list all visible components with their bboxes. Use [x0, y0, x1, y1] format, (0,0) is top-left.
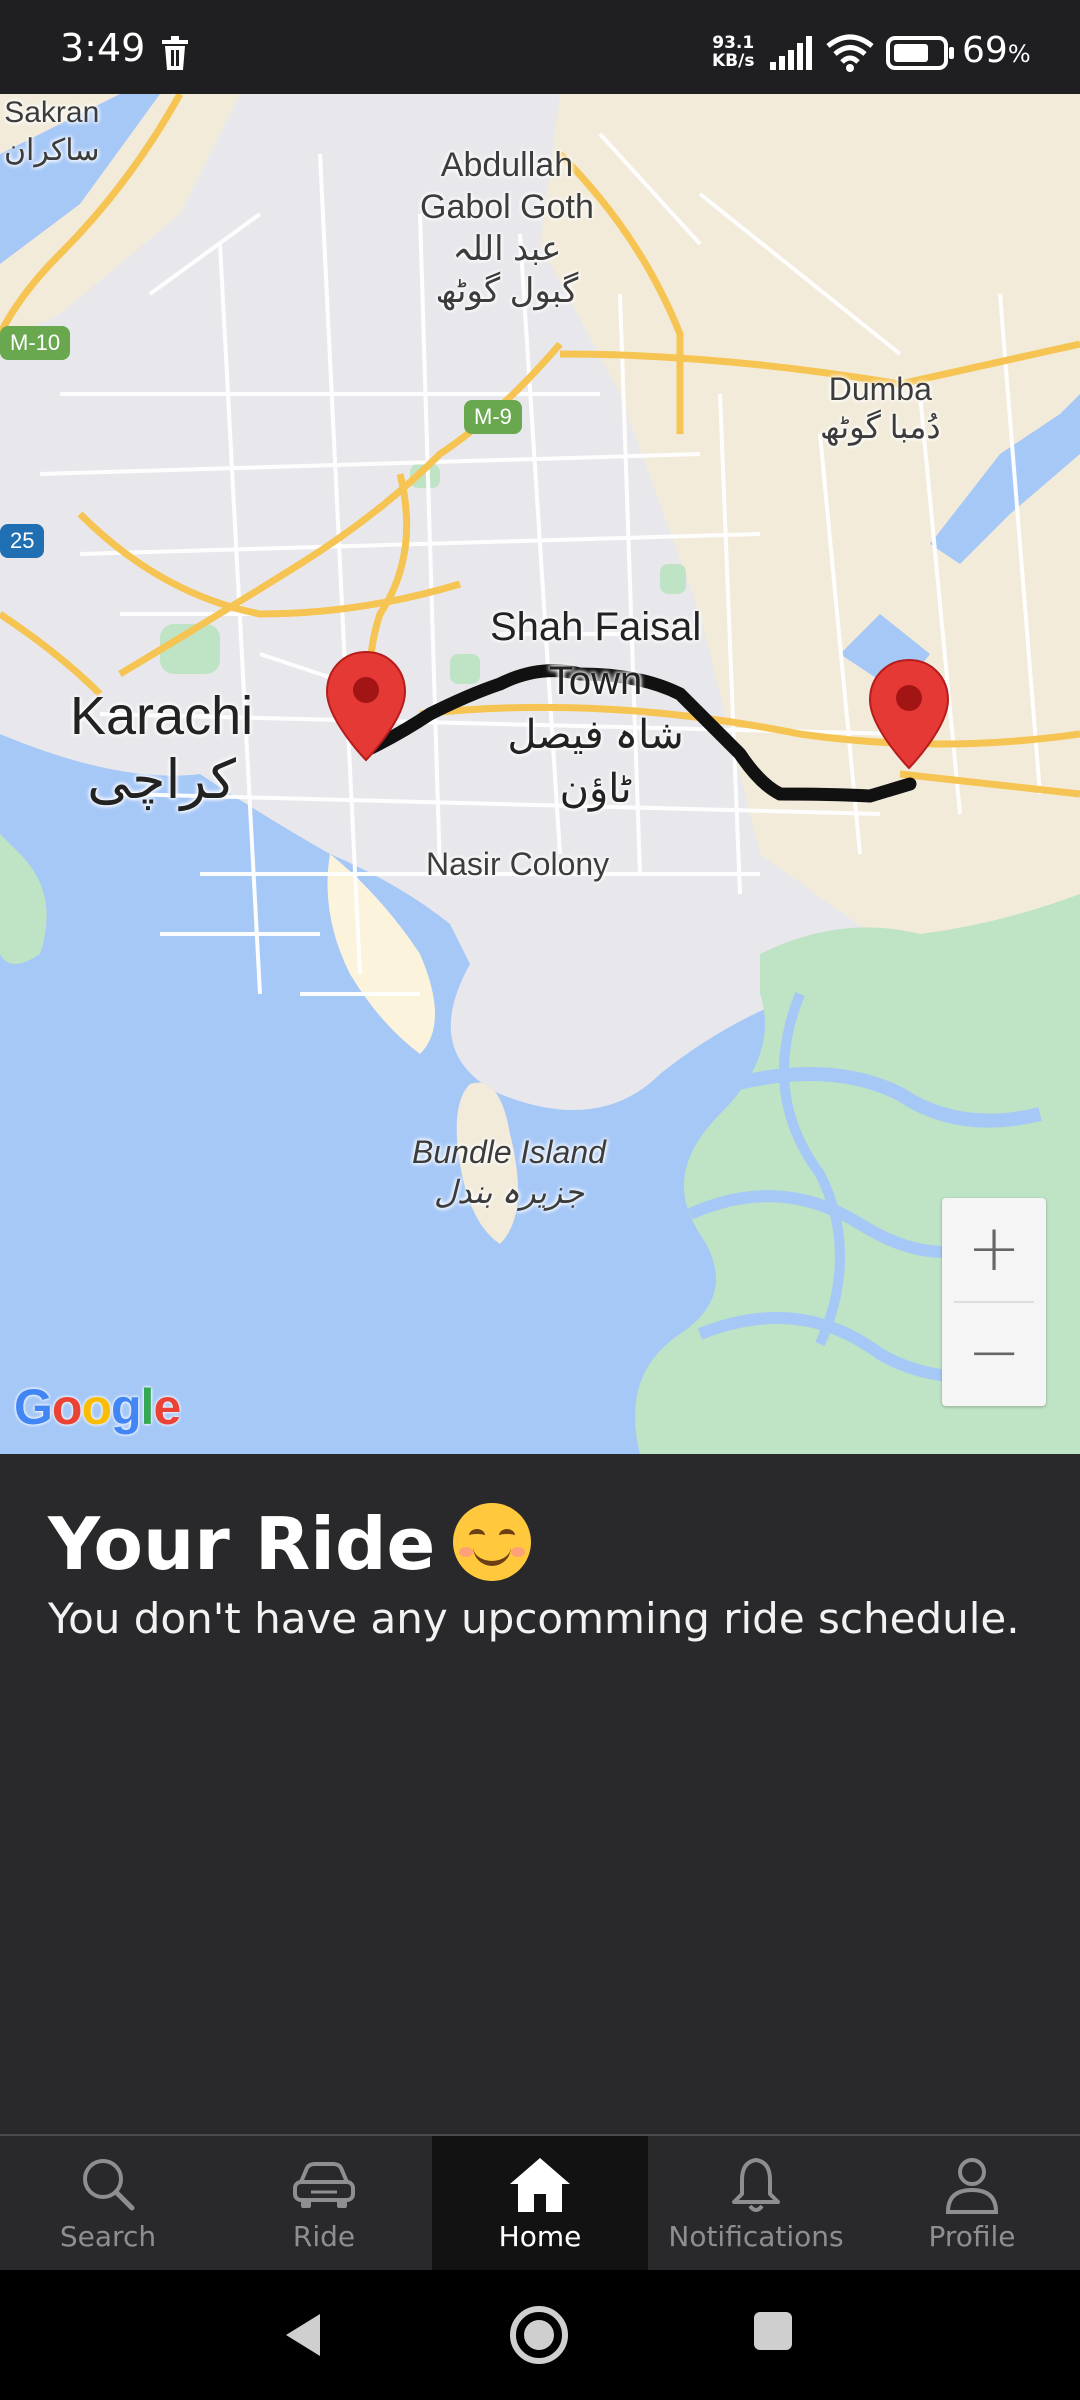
- wifi-icon: [826, 34, 874, 72]
- map-label-bundle-island: Bundle Island جزیرہ بندل: [412, 1132, 606, 1212]
- car-icon: [293, 2162, 355, 2208]
- ride-title-text: Your Ride: [48, 1502, 436, 1586]
- map-label-abdullah: Abdullah Gabol Goth عبد اللہ گبول گوٹھ: [420, 144, 594, 312]
- zoom-controls: + −: [942, 1198, 1046, 1406]
- map-label-shah-faisal-ur1: شاہ فیصل: [507, 713, 684, 757]
- nav-item-home[interactable]: Home: [432, 2136, 648, 2272]
- person-icon: [945, 2158, 999, 2214]
- nav-item-home-label: Home: [498, 2220, 582, 2253]
- map-label-nasir-colony: Nasir Colony: [426, 846, 610, 882]
- map-label-shah-faisal-ur2: ٹاؤن: [559, 767, 632, 811]
- network-speed-value: 93.1: [712, 33, 755, 53]
- system-navigation-bar: [0, 2270, 1080, 2400]
- nav-item-profile-label: Profile: [928, 2220, 1016, 2253]
- map-label-shah-faisal-line2: Town: [548, 659, 643, 703]
- map-label-karachi-en: Karachi: [70, 686, 254, 746]
- map-label-sakran-ur: ساکران: [4, 134, 100, 167]
- recents-icon[interactable]: [752, 2310, 794, 2352]
- google-logo: Google: [14, 1379, 181, 1435]
- map-label-shah-faisal: Shah Faisal Town شاہ فیصل ٹاؤن: [490, 600, 701, 816]
- home-icon: [510, 2158, 570, 2212]
- nav-item-search-label: Search: [59, 2220, 157, 2253]
- smiling-face-icon: [453, 1503, 532, 1581]
- status-bar: 3:49 93.1 KB/s 69%: [0, 0, 1080, 94]
- battery-percent: 69%: [962, 30, 1031, 71]
- map-label-sakran: Sakran ساکران: [4, 94, 99, 170]
- search-icon: [83, 2159, 135, 2211]
- map-label-dumba: Dumba دُمبا گوٹھ: [820, 370, 941, 446]
- nav-item-profile[interactable]: Profile: [864, 2136, 1080, 2272]
- home-circle-icon[interactable]: [508, 2304, 570, 2366]
- pickup-marker-icon[interactable]: [325, 650, 407, 762]
- battery-percent-symbol: %: [1007, 40, 1031, 68]
- nav-item-search[interactable]: Search: [0, 2136, 216, 2272]
- status-time: 3:49: [60, 26, 146, 70]
- back-icon[interactable]: [280, 2310, 324, 2360]
- map-label-karachi: Karachi کراچی: [70, 684, 253, 812]
- map-label-bundle-island-en: Bundle Island: [412, 1134, 606, 1170]
- map-label-abdullah-line2: Gabol Goth: [420, 188, 594, 226]
- highway-shield-m9: M-9: [464, 400, 522, 434]
- battery-icon: [886, 36, 954, 70]
- map-label-sakran-en: Sakran: [4, 96, 100, 129]
- map-label-bundle-island-ur: جزیرہ بندل: [433, 1174, 585, 1210]
- ride-empty-message: You don't have any upcomming ride schedu…: [48, 1594, 1020, 1643]
- map-label-shah-faisal-line1: Shah Faisal: [490, 605, 702, 649]
- network-speed-unit: KB/s: [712, 51, 755, 71]
- map-label-abdullah-line1: Abdullah: [440, 146, 574, 184]
- map-label-dumba-ur: دُمبا گوٹھ: [820, 409, 941, 445]
- ride-panel: Your Ride You don't have any upcomming r…: [0, 1454, 1080, 2134]
- ride-title: Your Ride: [48, 1502, 532, 1586]
- highway-shield-n25: 25: [0, 524, 45, 558]
- bottom-nav: Search Ride Home Notifications Profile: [0, 2134, 1080, 2272]
- battery-percent-value: 69: [962, 30, 1008, 71]
- zoom-in-button[interactable]: +: [942, 1198, 1046, 1300]
- dropoff-marker-icon[interactable]: [868, 658, 950, 770]
- nav-item-notifications[interactable]: Notifications: [648, 2136, 864, 2272]
- signal-icon: [770, 36, 812, 70]
- zoom-out-button[interactable]: −: [942, 1302, 1046, 1404]
- highway-shield-m10: M-10: [0, 326, 71, 360]
- map-label-abdullah-ur2: گبول گوٹھ: [435, 272, 579, 310]
- map-label-abdullah-ur1: عبد اللہ: [452, 230, 562, 268]
- trash-icon: [162, 36, 188, 70]
- nav-item-notifications-label: Notifications: [668, 2220, 844, 2253]
- network-speed: 93.1 KB/s: [712, 34, 754, 70]
- nav-item-ride[interactable]: Ride: [216, 2136, 432, 2272]
- route-map[interactable]: Sakran ساکران Abdullah Gabol Goth عبد ال…: [0, 94, 1080, 1454]
- map-label-dumba-en: Dumba: [828, 371, 932, 407]
- bell-icon: [732, 2158, 780, 2212]
- map-label-karachi-ur: کراچی: [87, 750, 236, 810]
- nav-item-ride-label: Ride: [292, 2220, 356, 2253]
